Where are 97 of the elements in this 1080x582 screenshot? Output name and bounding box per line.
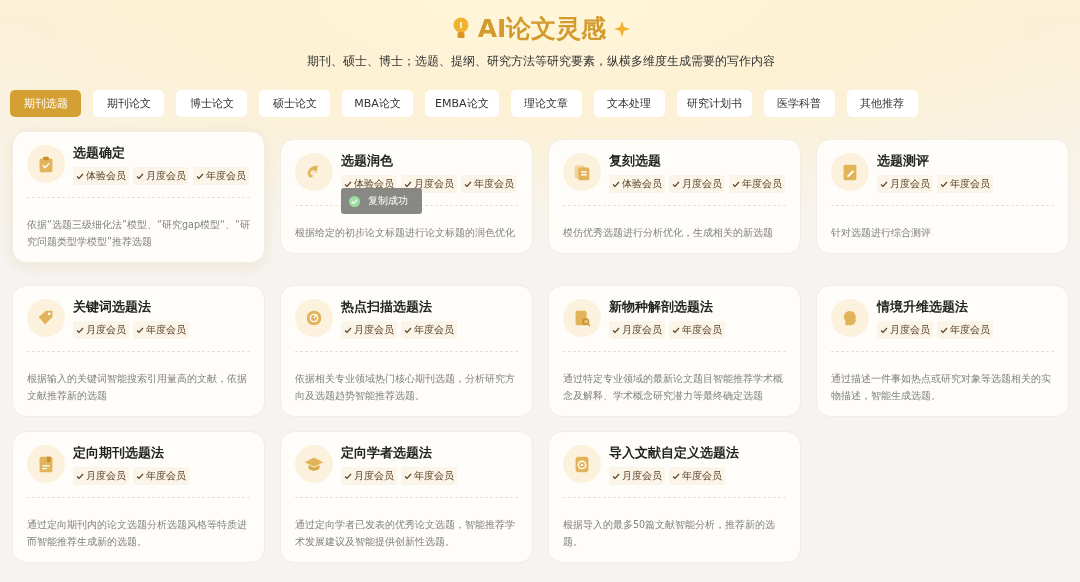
category-tab[interactable]: 硕士论文 [259, 90, 330, 117]
check-icon [76, 326, 84, 334]
membership-tag: 月度会员 [877, 175, 933, 193]
feature-icon [27, 445, 65, 483]
card-description: 针对选题进行综合测评 [831, 226, 932, 240]
category-tab[interactable]: 其他推荐 [846, 90, 918, 117]
sparkle-icon [614, 20, 631, 37]
check-icon [672, 180, 680, 188]
membership-tag: 月度会员 [877, 321, 933, 339]
membership-tag: 月度会员 [341, 321, 397, 339]
check-icon [940, 180, 948, 188]
page-subtitle: 期刊、硕士、博士；选题、提纲、研究方法等研究要素，纵横多维度生成需要的写作内容 [307, 53, 775, 70]
card-title: 复刻选题 [609, 153, 662, 170]
card-title: 关键词选题法 [73, 299, 152, 316]
feature-icon [831, 153, 869, 191]
feature-icon [831, 299, 869, 337]
check-icon [612, 326, 620, 334]
membership-tag: 月度会员 [609, 467, 665, 485]
feature-icon [27, 299, 65, 337]
feature-icon [295, 445, 333, 483]
membership-tag: 年度会员 [133, 467, 189, 485]
feature-icon [295, 299, 333, 337]
feature-icon [563, 153, 601, 191]
card-description: 通过特定专业领域的最新论文题目智能推荐学术概念及解释、学术概念研究潜力等最终确定选题 [563, 372, 784, 403]
page-title: AI论文灵感 [477, 13, 607, 45]
membership-tag: 年度会员 [401, 467, 457, 485]
check-circle-icon [349, 195, 360, 207]
membership-tag: 年度会员 [729, 175, 785, 193]
membership-tag: 年度会员 [937, 321, 993, 339]
category-tab[interactable]: 医学科普 [763, 90, 835, 117]
check-icon [940, 326, 948, 334]
card-title: 选题润色 [341, 153, 394, 170]
card-description: 根据导入的最多50篇文献智能分析，推荐新的选题。 [563, 518, 777, 549]
check-icon [672, 326, 680, 334]
membership-tag: 年度会员 [401, 321, 457, 339]
feature-icon [563, 299, 601, 337]
membership-tag: 年度会员 [669, 467, 725, 485]
toast-text: 复制成功 [368, 194, 408, 208]
membership-tag: 体验会员 [73, 167, 129, 185]
check-icon [196, 172, 204, 180]
check-icon [612, 472, 620, 480]
card-title: 定向期刊选题法 [73, 445, 165, 462]
card-description: 依据“选题三级细化法”模型、“研究gap模型“、“研究问题类型学模型”推荐选题 [27, 218, 251, 249]
category-tab[interactable]: 文本处理 [593, 90, 665, 117]
check-icon [612, 180, 620, 188]
check-icon [464, 180, 472, 188]
category-tab[interactable]: MBA论文 [342, 90, 413, 117]
membership-tag: 月度会员 [669, 175, 725, 193]
membership-tag: 年度会员 [133, 321, 189, 339]
membership-tag: 年度会员 [193, 167, 249, 185]
check-icon [404, 180, 412, 188]
check-icon [76, 472, 84, 480]
category-tab[interactable]: 博士论文 [176, 90, 247, 117]
card-title: 新物种解剖选题法 [609, 299, 714, 316]
card-title: 定向学者选题法 [341, 445, 433, 462]
check-icon [404, 472, 412, 480]
membership-tag: 月度会员 [341, 467, 397, 485]
check-icon [880, 180, 888, 188]
membership-tag: 年度会员 [461, 175, 517, 193]
card-description: 根据给定的初步论文标题进行论文标题的润色优化 [295, 226, 516, 240]
check-icon [732, 180, 740, 188]
card-title: 选题确定 [73, 145, 126, 162]
category-tab[interactable]: 研究计划书 [676, 90, 752, 117]
card-title: 导入文献自定义选题法 [609, 445, 739, 462]
check-icon [880, 326, 888, 334]
check-icon [344, 472, 352, 480]
card-title: 热点扫描选题法 [341, 299, 433, 316]
check-icon [136, 172, 144, 180]
category-tab[interactable]: 期刊论文 [93, 90, 164, 117]
check-icon [136, 326, 144, 334]
card-description: 通过描述一件事如热点或研究对象等选题相关的实物描述，智能生成选题。 [831, 372, 1052, 403]
card-title: 选题测评 [877, 153, 930, 170]
card-description: 通过定向期刊内的论文选题分析选题风格等特质进而智能推荐生成新的选题。 [27, 518, 248, 549]
card-description: 依据相关专业领域热门核心期刊选题，分析研究方向及选题趋势智能推荐选题。 [295, 372, 516, 403]
feature-icon [27, 145, 65, 183]
check-icon [344, 326, 352, 334]
category-tab[interactable]: EMBA论文 [425, 90, 499, 117]
membership-tag: 体验会员 [609, 175, 665, 193]
card-title: 情境升维选题法 [877, 299, 969, 316]
membership-tag: 月度会员 [609, 321, 665, 339]
card-description: 模仿优秀选题进行分析优化，生成相关的新选题 [563, 226, 774, 240]
membership-tag: 月度会员 [73, 467, 129, 485]
lightbulb-icon [451, 16, 470, 41]
check-icon [344, 180, 352, 188]
feature-icon [563, 445, 601, 483]
card-description: 根据输入的关键词智能搜索引用量高的文献，依据文献推荐新的选题 [27, 372, 248, 403]
card-description: 通过定向学者已发表的优秀论文选题，智能推荐学术发展建议及智能提供创新性选题。 [295, 518, 516, 549]
membership-tag: 月度会员 [73, 321, 129, 339]
category-tab[interactable]: 理论文章 [510, 90, 582, 117]
membership-tag: 月度会员 [133, 167, 189, 185]
check-icon [672, 472, 680, 480]
check-icon [76, 172, 84, 180]
membership-tag: 年度会员 [937, 175, 993, 193]
feature-icon [295, 153, 333, 191]
membership-tag: 年度会员 [669, 321, 725, 339]
check-icon [404, 326, 412, 334]
check-icon [136, 472, 144, 480]
